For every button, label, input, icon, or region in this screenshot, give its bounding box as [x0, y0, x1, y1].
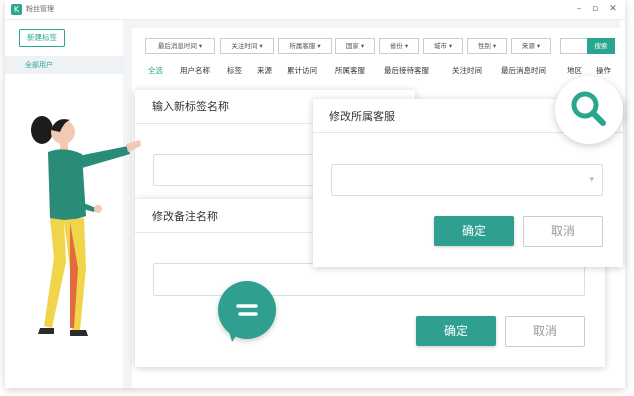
- col-service-agent: 所属客服: [335, 66, 365, 75]
- search-icon: [571, 91, 606, 126]
- sidebar-item-label: 全部用户: [25, 61, 53, 69]
- restore-button[interactable]: ▫: [589, 3, 601, 15]
- filter-country[interactable]: 国家 ▾: [335, 38, 375, 54]
- filter-province[interactable]: 省份 ▾: [379, 38, 419, 54]
- search-input[interactable]: [560, 38, 588, 54]
- col-region: 地区: [567, 66, 582, 75]
- col-follow-time: 关注时间: [452, 66, 482, 75]
- col-last-message-time: 最后消息时间: [501, 66, 546, 75]
- dialog-title: 修改所属客服: [329, 110, 395, 123]
- new-tag-button[interactable]: 新建标签: [19, 29, 65, 47]
- sidebar-item-all-users[interactable]: 全部用户: [5, 56, 123, 74]
- filter-follow-time[interactable]: 关注时间 ▾: [220, 38, 274, 54]
- minimize-button[interactable]: –: [573, 3, 585, 15]
- woman-illustration: [31, 116, 141, 336]
- search-button[interactable]: 搜索: [587, 38, 615, 54]
- filter-city[interactable]: 城市 ▾: [423, 38, 463, 54]
- search-badge: [555, 76, 623, 144]
- filter-last-message-time[interactable]: 最后消息时间 ▾: [145, 38, 215, 54]
- dialog-title: 输入新标签名称: [152, 100, 229, 113]
- dialog-title: 修改备注名称: [152, 210, 218, 223]
- filter-source[interactable]: 来源 ▾: [511, 38, 551, 54]
- col-actions: 操作: [596, 66, 611, 75]
- app-logo-icon: K: [11, 4, 22, 15]
- close-button[interactable]: ✕: [607, 3, 619, 15]
- col-last-agent: 最后接待客服: [384, 66, 429, 75]
- cancel-button[interactable]: 取消: [523, 216, 603, 247]
- col-select-all[interactable]: 全选: [148, 66, 163, 76]
- window-title: 粉丝管理: [26, 5, 54, 13]
- col-user-name: 用户名称: [180, 66, 210, 75]
- filter-service-agent[interactable]: 所属客服 ▾: [278, 38, 332, 54]
- confirm-button[interactable]: 确定: [434, 216, 514, 246]
- col-total-visits: 累计访问: [287, 66, 317, 75]
- title-bar: K 粉丝管理 – ▫ ✕: [5, 0, 625, 20]
- chevron-down-icon: ▾: [589, 175, 594, 185]
- cancel-button[interactable]: 取消: [505, 316, 585, 347]
- service-agent-select[interactable]: ▾: [331, 164, 603, 196]
- confirm-button[interactable]: 确定: [416, 316, 496, 346]
- chat-tail-icon: [228, 328, 240, 342]
- filter-gender[interactable]: 性别 ▾: [467, 38, 507, 54]
- col-tags: 标签: [227, 66, 242, 75]
- col-source: 来源: [257, 66, 272, 75]
